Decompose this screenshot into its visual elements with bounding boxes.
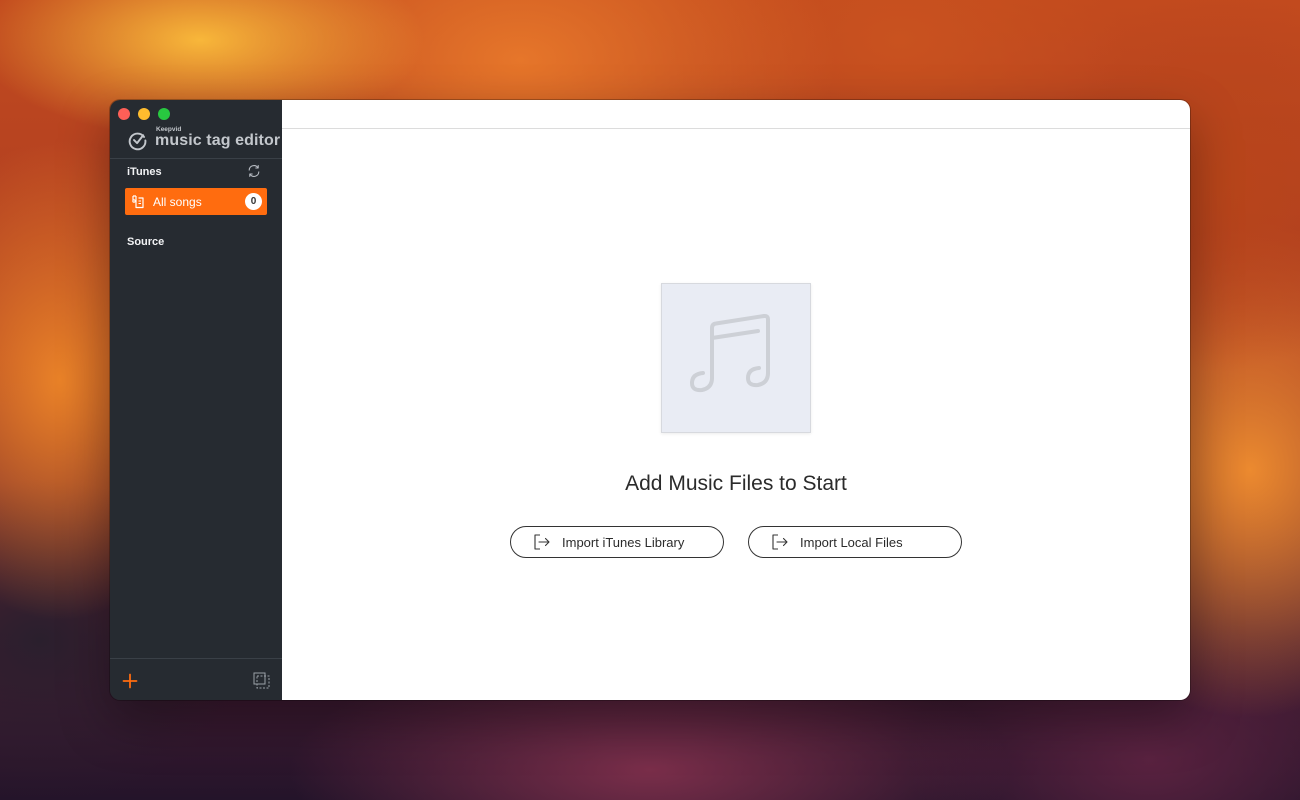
logo-check-icon — [128, 132, 147, 150]
brand-vendor: Keepvid — [156, 126, 182, 133]
music-note-icon — [689, 313, 770, 393]
sidebar-footer-divider — [110, 658, 282, 659]
import-itunes-library-button[interactable]: Import iTunes Library — [510, 526, 724, 558]
import-local-files-button[interactable]: Import Local Files — [748, 526, 962, 558]
button-label: Import Local Files — [800, 534, 903, 550]
sync-icon[interactable] — [247, 164, 261, 178]
song-count-badge: 0 — [245, 193, 262, 210]
section-title-source: Source — [127, 236, 165, 248]
sidebar-item-all-songs[interactable]: All songs 0 — [125, 188, 267, 215]
plus-icon[interactable] — [122, 673, 138, 689]
empty-state-headline: Add Music Files to Start — [625, 472, 847, 495]
panel-toggle-icon[interactable] — [253, 672, 270, 689]
button-label: Import iTunes Library — [562, 534, 685, 550]
maximize-window-button[interactable] — [158, 108, 170, 120]
app-window: Keepvid music tag editor iTunes All song… — [110, 100, 1190, 700]
song-list-icon — [132, 194, 144, 208]
close-window-button[interactable] — [118, 108, 130, 120]
sidebar-divider — [110, 158, 282, 159]
sidebar: Keepvid music tag editor iTunes All song… — [110, 100, 282, 700]
app-logo: Keepvid music tag editor — [127, 126, 280, 151]
import-icon — [772, 534, 788, 550]
window-controls — [118, 108, 170, 120]
section-title-itunes: iTunes — [127, 166, 162, 178]
sidebar-item-label: All songs — [153, 194, 202, 209]
toolbar — [282, 100, 1190, 129]
minimize-window-button[interactable] — [138, 108, 150, 120]
main-content: Add Music Files to Start Import iTunes L… — [282, 100, 1190, 700]
album-artwork-placeholder — [661, 283, 811, 433]
brand-text: Keepvid music tag editor — [155, 126, 280, 151]
import-icon — [534, 534, 550, 550]
